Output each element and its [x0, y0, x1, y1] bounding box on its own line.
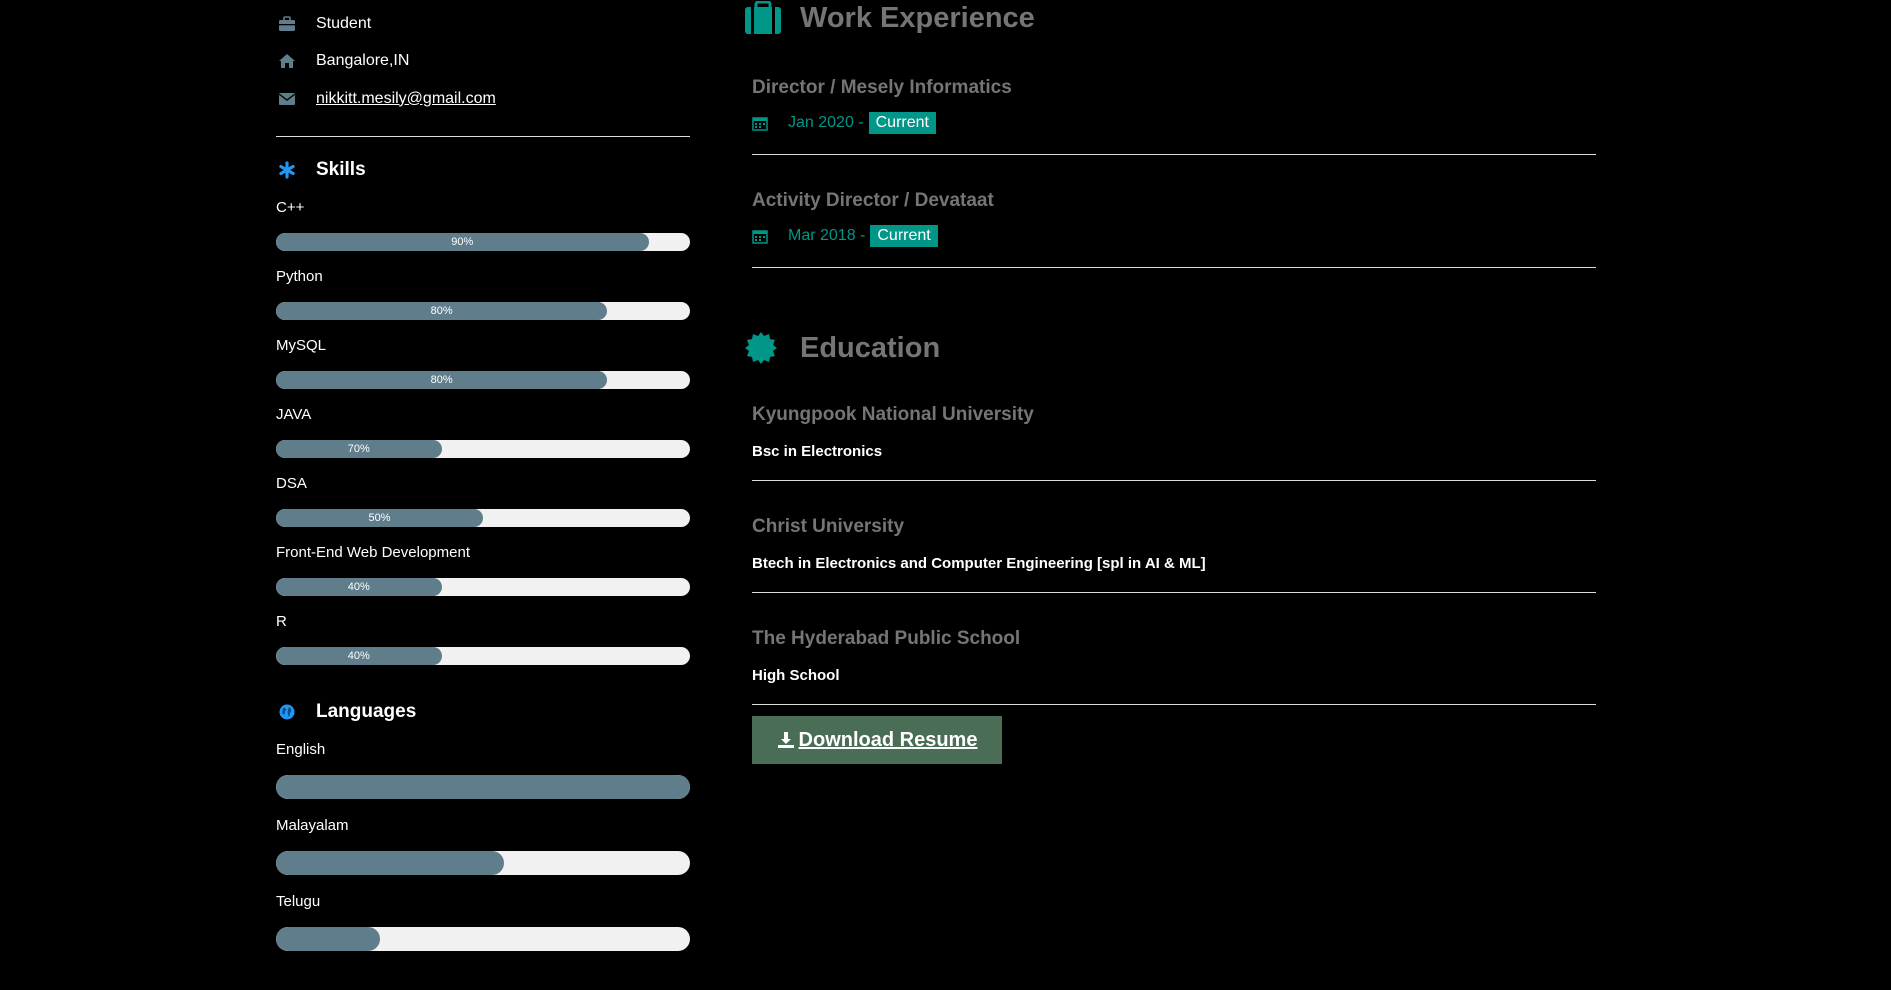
- skill-item: Python 80%: [276, 266, 690, 320]
- work-heading: Work Experience: [744, 0, 1596, 36]
- skill-bar-fill: 40%: [276, 577, 442, 596]
- skill-name: Python: [276, 267, 323, 285]
- skill-name: C++: [276, 198, 305, 216]
- language-bar: [276, 774, 690, 799]
- skill-bar: 40%: [276, 577, 690, 596]
- language-bar-fill: [276, 926, 380, 951]
- location-text: Bangalore,IN: [316, 52, 410, 70]
- school-name: Kyungpook National University: [752, 404, 1034, 425]
- skill-name: MySQL: [276, 336, 327, 354]
- skill-bar: 80%: [276, 370, 690, 389]
- asterisk-icon: [276, 160, 316, 179]
- role-row: Student: [276, 5, 690, 43]
- work-date-text: Mar 2018 -: [788, 227, 866, 244]
- envelope-icon: [276, 92, 316, 106]
- languages-title: Languages: [316, 700, 417, 722]
- education-entry: Christ University Btech in Electronics a…: [744, 515, 1596, 593]
- language-item: Telugu: [276, 891, 690, 951]
- skill-bar: 90%: [276, 232, 690, 251]
- skill-bar-fill: 80%: [276, 370, 608, 389]
- education-entry: Kyungpook National University Bsc in Ele…: [744, 403, 1596, 481]
- right-column: Work Experience Director / Mesely Inform…: [744, 0, 1596, 764]
- divider: [752, 704, 1596, 705]
- language-bar-fill: [276, 774, 690, 799]
- skill-item: R 40%: [276, 611, 690, 665]
- skill-name: Front-End Web Development: [276, 543, 470, 561]
- work-entry: Director / Mesely Informatics Jan 2020 -…: [744, 76, 1596, 155]
- download-label: Download Resume: [798, 728, 978, 751]
- degree-text: High School: [752, 667, 840, 684]
- skill-bar-fill: 70%: [276, 439, 442, 458]
- school-name: Christ University: [752, 516, 905, 537]
- language-name: English: [276, 740, 326, 758]
- work-entry-date: Jan 2020 - Current: [752, 112, 1596, 134]
- skill-item: C++ 90%: [276, 197, 690, 251]
- skills-title: Skills: [316, 158, 366, 180]
- work-entry-title: Director / Mesely Informatics: [752, 77, 1012, 98]
- skill-item: JAVA 70%: [276, 404, 690, 458]
- language-bar: [276, 850, 690, 875]
- calendar-icon: [752, 115, 788, 131]
- degree-text: Bsc in Electronics: [752, 443, 883, 460]
- resume-page: Student Bangalore,IN nikkitt.mesily@gmai…: [0, 0, 1891, 990]
- skill-bar-fill: 90%: [276, 232, 649, 251]
- skill-name: R: [276, 612, 287, 630]
- language-item: English: [276, 739, 690, 799]
- degree-text: Btech in Electronics and Computer Engine…: [752, 555, 1206, 572]
- divider: [276, 135, 690, 137]
- language-item: Malayalam: [276, 815, 690, 875]
- home-icon: [276, 53, 316, 69]
- skills-list: C++ 90% Python 80% MySQL 80% JAVA 70% DS…: [276, 197, 690, 665]
- language-bar-fill: [276, 850, 504, 875]
- education-heading: Education: [744, 330, 1596, 366]
- skills-heading: Skills: [276, 157, 690, 183]
- email-link[interactable]: nikkitt.mesily@gmail.com: [316, 90, 496, 108]
- current-tag: Current: [868, 112, 936, 134]
- language-name: Malayalam: [276, 816, 349, 834]
- skill-item: Front-End Web Development 40%: [276, 542, 690, 596]
- certificate-icon: [744, 331, 800, 365]
- language-name: Telugu: [276, 892, 321, 910]
- work-date-text: Jan 2020 -: [788, 114, 864, 131]
- work-entry-title: Activity Director / Devataat: [752, 190, 994, 211]
- work-entry: Activity Director / Devataat Mar 2018 - …: [744, 189, 1596, 268]
- skill-bar-fill: 50%: [276, 508, 483, 527]
- skill-item: DSA 50%: [276, 473, 690, 527]
- skill-name: DSA: [276, 474, 307, 492]
- skill-name: JAVA: [276, 405, 312, 423]
- current-tag: Current: [870, 225, 938, 247]
- work-entry-date: Mar 2018 - Current: [752, 225, 1596, 247]
- languages-heading: Languages: [276, 699, 690, 725]
- work-title: Work Experience: [800, 1, 1035, 34]
- skill-bar: 70%: [276, 439, 690, 458]
- calendar-icon: [752, 228, 788, 244]
- download-icon: [777, 731, 795, 749]
- email-row: nikkitt.mesily@gmail.com: [276, 80, 690, 118]
- left-column: Student Bangalore,IN nikkitt.mesily@gmai…: [276, 0, 690, 967]
- skill-bar-fill: 40%: [276, 646, 442, 665]
- briefcase-icon: [276, 15, 316, 32]
- suitcase-icon: [744, 1, 800, 35]
- languages-list: English Malayalam Telugu: [276, 739, 690, 951]
- location-row: Bangalore,IN: [276, 43, 690, 81]
- skill-item: MySQL 80%: [276, 335, 690, 389]
- download-resume-button[interactable]: Download Resume: [752, 716, 1002, 764]
- education-entry: The Hyderabad Public School High School: [744, 627, 1596, 705]
- globe-icon: [276, 703, 316, 721]
- skill-bar: 80%: [276, 301, 690, 320]
- language-bar: [276, 926, 690, 951]
- skill-bar: 50%: [276, 508, 690, 527]
- skill-bar-fill: 80%: [276, 301, 608, 320]
- school-name: The Hyderabad Public School: [752, 628, 1021, 649]
- role-text: Student: [316, 14, 372, 32]
- skill-bar: 40%: [276, 646, 690, 665]
- education-title: Education: [800, 331, 941, 364]
